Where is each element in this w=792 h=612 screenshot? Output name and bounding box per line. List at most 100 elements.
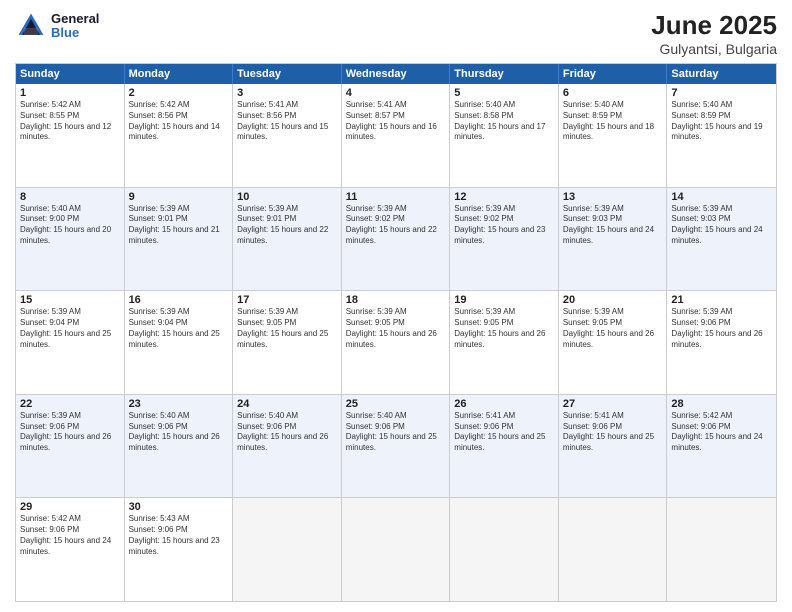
month-title: June 2025 [651, 10, 777, 41]
sunset: Sunset: 9:06 PM [671, 422, 730, 431]
sunset: Sunset: 9:03 PM [671, 214, 730, 223]
sunset: Sunset: 8:55 PM [20, 111, 79, 120]
sunset: Sunset: 9:00 PM [20, 214, 79, 223]
sunset: Sunset: 9:06 PM [129, 422, 188, 431]
calendar-cell: 5Sunrise: 5:40 AMSunset: 8:58 PMDaylight… [450, 84, 559, 187]
sunset: Sunset: 9:05 PM [346, 318, 405, 327]
daylight: Daylight: 15 hours and 25 minutes. [237, 329, 328, 349]
daylight: Daylight: 15 hours and 17 minutes. [454, 122, 545, 142]
calendar: Sunday Monday Tuesday Wednesday Thursday… [15, 63, 777, 602]
daylight: Daylight: 15 hours and 24 minutes. [671, 432, 762, 452]
calendar-cell: 21Sunrise: 5:39 AMSunset: 9:06 PMDayligh… [667, 291, 776, 394]
daylight: Daylight: 15 hours and 12 minutes. [20, 122, 111, 142]
sunrise: Sunrise: 5:39 AM [454, 204, 515, 213]
location-title: Gulyantsi, Bulgaria [651, 41, 777, 57]
calendar-row: 29Sunrise: 5:42 AMSunset: 9:06 PMDayligh… [16, 497, 776, 601]
calendar-cell: 20Sunrise: 5:39 AMSunset: 9:05 PMDayligh… [559, 291, 668, 394]
sunset: Sunset: 9:06 PM [20, 422, 79, 431]
calendar-cell: 8Sunrise: 5:40 AMSunset: 9:00 PMDaylight… [16, 188, 125, 291]
cell-info: Sunrise: 5:40 AMSunset: 9:06 PMDaylight:… [129, 411, 229, 454]
sunrise: Sunrise: 5:39 AM [20, 411, 81, 420]
cell-info: Sunrise: 5:42 AMSunset: 9:06 PMDaylight:… [671, 411, 772, 454]
calendar-cell: 19Sunrise: 5:39 AMSunset: 9:05 PMDayligh… [450, 291, 559, 394]
cell-info: Sunrise: 5:39 AMSunset: 9:02 PMDaylight:… [346, 204, 446, 247]
day-number: 29 [20, 501, 120, 513]
daylight: Daylight: 15 hours and 25 minutes. [346, 432, 437, 452]
sunrise: Sunrise: 5:39 AM [346, 307, 407, 316]
sunset: Sunset: 9:03 PM [563, 214, 622, 223]
sunrise: Sunrise: 5:41 AM [346, 100, 407, 109]
cell-info: Sunrise: 5:39 AMSunset: 9:06 PMDaylight:… [671, 307, 772, 350]
cell-info: Sunrise: 5:42 AM Sunset: 8:56 PM Daylight:… [129, 100, 229, 143]
day-number: 24 [237, 398, 337, 410]
calendar-cell: 28Sunrise: 5:42 AMSunset: 9:06 PMDayligh… [667, 395, 776, 498]
day-number: 3 [237, 87, 337, 99]
calendar-cell: 16Sunrise: 5:39 AMSunset: 9:04 PMDayligh… [125, 291, 234, 394]
daylight: Daylight: 15 hours and 25 minutes. [20, 329, 111, 349]
daylight: Daylight: 15 hours and 14 minutes. [129, 122, 220, 142]
day-number: 16 [129, 294, 229, 306]
header-tuesday: Tuesday [233, 64, 342, 84]
calendar-cell: 22Sunrise: 5:39 AMSunset: 9:06 PMDayligh… [16, 395, 125, 498]
cell-info: Sunrise: 5:39 AMSunset: 9:01 PM Daylight:… [237, 204, 337, 247]
cell-info: Sunrise: 5:40 AMSunset: 9:06 PMDaylight:… [346, 411, 446, 454]
cell-info: Sunrise: 5:39 AMSunset: 9:05 PMDaylight:… [237, 307, 337, 350]
sunrise: Sunrise: 5:40 AM [237, 411, 298, 420]
cell-info: Sunrise: 5:40 AMSunset: 9:06 PMDaylight:… [237, 411, 337, 454]
day-number: 14 [671, 191, 772, 203]
day-number: 23 [129, 398, 229, 410]
cell-info: Sunrise: 5:41 AMSunset: 8:56 PMDaylight:… [237, 100, 337, 143]
sunrise: Sunrise: 5:39 AM [129, 204, 190, 213]
daylight: Daylight: 15 hours and 19 minutes. [671, 122, 762, 142]
sunset: Sunset: 9:06 PM [129, 525, 188, 534]
sunrise: Sunrise: 5:39 AM [671, 204, 732, 213]
calendar-cell: 29Sunrise: 5:42 AMSunset: 9:06 PMDayligh… [16, 498, 125, 601]
calendar-cell: 4Sunrise: 5:41 AMSunset: 8:57 PMDaylight… [342, 84, 451, 187]
daylight: Daylight: 15 hours and 22 minutes. [346, 225, 437, 245]
header-friday: Friday [559, 64, 668, 84]
cell-info: Sunrise: 5:39 AMSunset: 9:06 PMDaylight:… [20, 411, 120, 454]
day-number: 21 [671, 294, 772, 306]
cell-info: Sunrise: 5:39 AMSunset: 9:03 PMDaylight:… [563, 204, 663, 247]
cell-info: Sunrise: 5:39 AMSunset: 9:05 PMDaylight:… [454, 307, 554, 350]
day-number: 20 [563, 294, 663, 306]
sunset: Sunset: 9:01 PM [237, 214, 296, 223]
sunrise: Sunrise: 5:41 AM [563, 411, 624, 420]
sunset: Sunset: 8:56 PM [129, 111, 188, 120]
calendar-cell: 9Sunrise: 5:39 AMSunset: 9:01 PMDaylight… [125, 188, 234, 291]
day-number: 28 [671, 398, 772, 410]
sunset: Sunset: 8:58 PM [454, 111, 513, 120]
header-sunday: Sunday [16, 64, 125, 84]
header-saturday: Saturday [667, 64, 776, 84]
sunset: Sunset: 9:02 PM [346, 214, 405, 223]
cell-info: Sunrise: 5:43 AMSunset: 9:06 PMDaylight:… [129, 514, 229, 557]
day-number: 30 [129, 501, 229, 513]
sunset: Sunset: 9:04 PM [129, 318, 188, 327]
sunrise: Sunrise: 5:41 AM [454, 411, 515, 420]
daylight: Daylight: 15 hours and 22 minutes. [237, 225, 328, 245]
day-number: 18 [346, 294, 446, 306]
logo-line2: Blue [51, 26, 99, 40]
calendar-cell: 17Sunrise: 5:39 AMSunset: 9:05 PMDayligh… [233, 291, 342, 394]
daylight: Daylight: 15 hours and 25 minutes. [129, 329, 220, 349]
sunrise: Sunrise: 5:39 AM [237, 307, 298, 316]
sunset: Sunset: 8:59 PM [563, 111, 622, 120]
sunset: Sunset: 9:05 PM [563, 318, 622, 327]
sunrise: Sunrise: 5:39 AM [237, 204, 298, 213]
logo-line1: General [51, 12, 99, 26]
day-number: 1 [20, 87, 120, 99]
sunrise: Sunrise: 5:42 AM [129, 100, 190, 109]
day-number: 15 [20, 294, 120, 306]
cell-info: Sunrise: 5:39 AMSunset: 9:04 PMDaylight:… [129, 307, 229, 350]
day-number: 8 [20, 191, 120, 203]
day-number: 10 [237, 191, 337, 203]
sunrise: Sunrise: 5:39 AM [20, 307, 81, 316]
sunset: Sunset: 9:01 PM [129, 214, 188, 223]
daylight: Daylight: 15 hours and 25 minutes. [454, 432, 545, 452]
day-number: 13 [563, 191, 663, 203]
day-number: 5 [454, 87, 554, 99]
header-wednesday: Wednesday [342, 64, 451, 84]
page: General Blue June 2025 Gulyantsi, Bulgar… [0, 0, 792, 612]
sunset: Sunset: 9:06 PM [454, 422, 513, 431]
cell-info: Sunrise: 5:42 AMSunset: 9:06 PMDaylight:… [20, 514, 120, 557]
